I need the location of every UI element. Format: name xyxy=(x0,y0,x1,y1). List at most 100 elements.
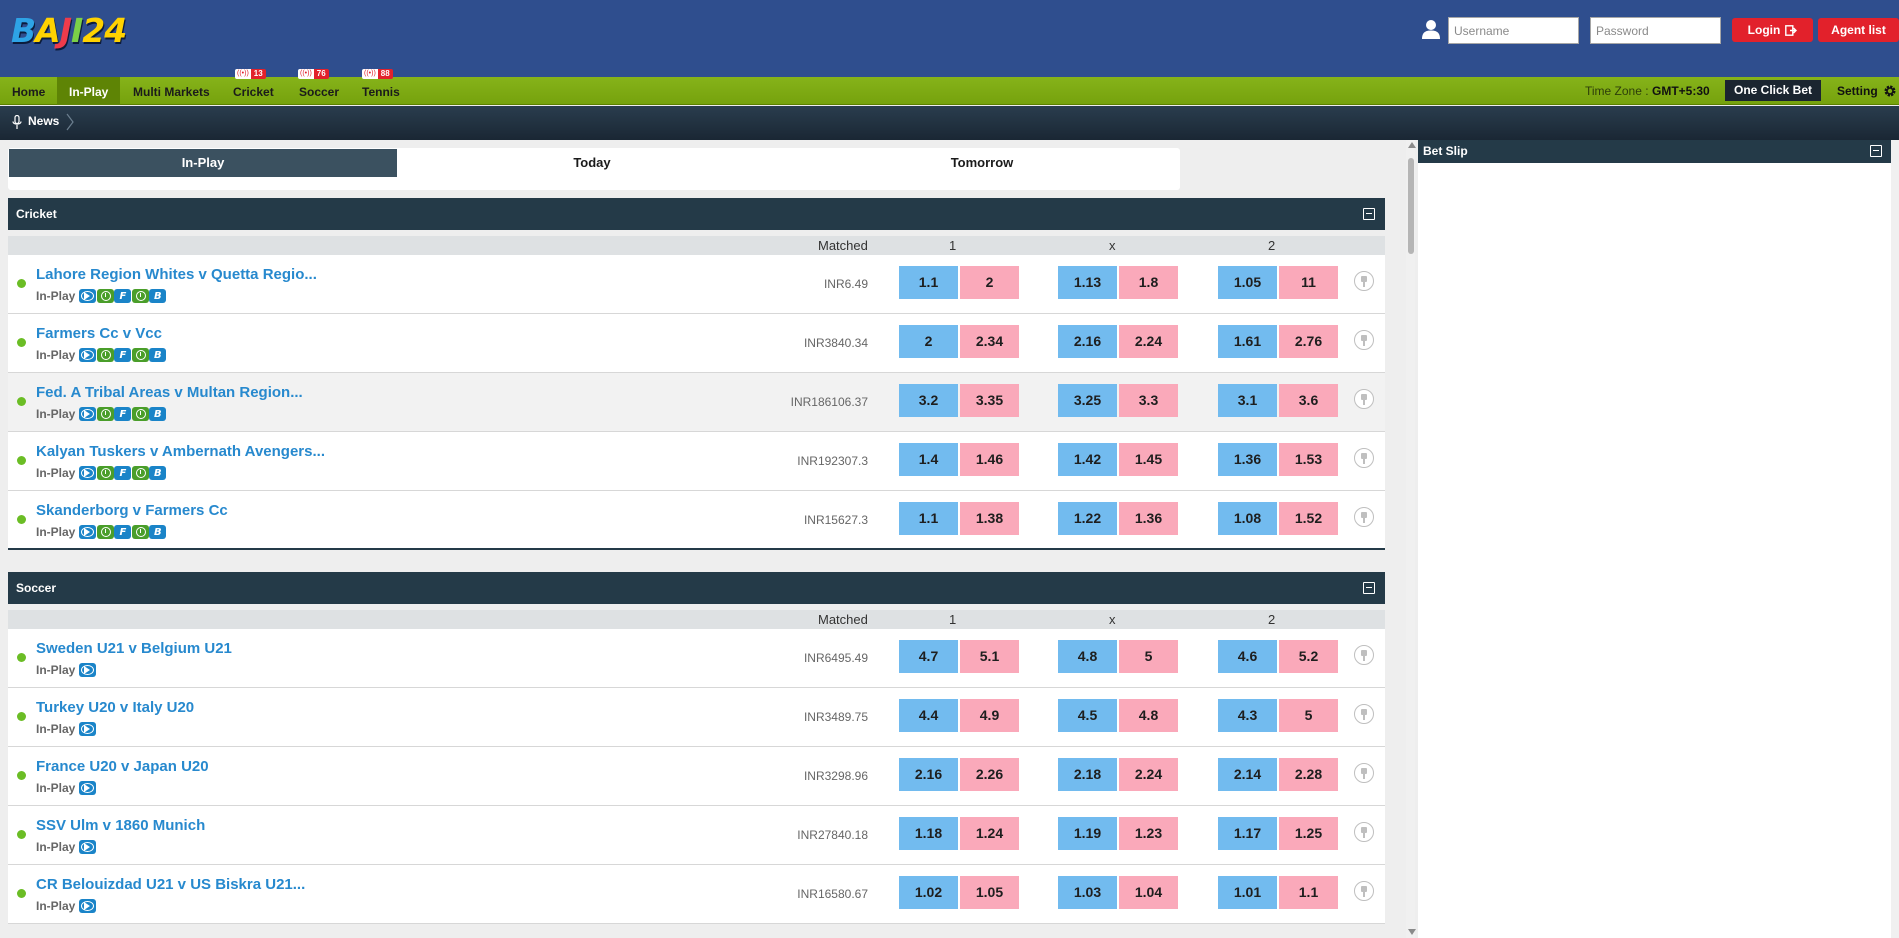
event-name-link[interactable]: France U20 v Japan U20 xyxy=(36,758,209,775)
back-odds-button[interactable]: 1.18 xyxy=(899,817,958,850)
back-odds-button[interactable]: 3.1 xyxy=(1218,384,1277,417)
collapse-icon[interactable] xyxy=(1870,145,1882,157)
pin-icon[interactable] xyxy=(1354,763,1374,783)
nav-multi-markets[interactable]: Multi Markets xyxy=(121,77,222,105)
pin-icon[interactable] xyxy=(1354,330,1374,350)
event-name-link[interactable]: Kalyan Tuskers v Ambernath Avengers... xyxy=(36,443,325,460)
lay-odds-button[interactable]: 1.25 xyxy=(1279,817,1338,850)
lay-odds-button[interactable]: 3.6 xyxy=(1279,384,1338,417)
back-odds-button[interactable]: 4.5 xyxy=(1058,699,1117,732)
event-name-link[interactable]: CR Belouizdad U21 v US Biskra U21... xyxy=(36,876,305,893)
password-input[interactable] xyxy=(1590,17,1721,44)
lay-odds-button[interactable]: 1.1 xyxy=(1279,876,1338,909)
nav-in-play[interactable]: In-Play xyxy=(57,77,121,105)
lay-odds-button[interactable]: 1.45 xyxy=(1119,443,1178,476)
back-odds-button[interactable]: 1.22 xyxy=(1058,502,1117,535)
back-odds-button[interactable]: 1.02 xyxy=(899,876,958,909)
setting-link[interactable]: Setting xyxy=(1837,77,1878,105)
back-odds-button[interactable]: 4.7 xyxy=(899,640,958,673)
event-name-link[interactable]: Fed. A Tribal Areas v Multan Region... xyxy=(36,384,303,401)
lay-odds-button[interactable]: 3.3 xyxy=(1119,384,1178,417)
scroll-up-arrow-icon[interactable] xyxy=(1408,142,1416,148)
lay-odds-button[interactable]: 2.24 xyxy=(1119,758,1178,791)
back-odds-button[interactable]: 1.1 xyxy=(899,502,958,535)
gear-icon[interactable] xyxy=(1883,84,1897,98)
lay-odds-button[interactable]: 2.34 xyxy=(960,325,1019,358)
back-odds-button[interactable]: 4.4 xyxy=(899,699,958,732)
back-odds-button[interactable]: 1.03 xyxy=(1058,876,1117,909)
lay-odds-button[interactable]: 4.8 xyxy=(1119,699,1178,732)
collapse-icon[interactable] xyxy=(1363,582,1375,594)
event-name-link[interactable]: SSV Ulm v 1860 Munich xyxy=(36,817,205,834)
back-odds-button[interactable]: 4.3 xyxy=(1218,699,1277,732)
lay-odds-button[interactable]: 2.26 xyxy=(960,758,1019,791)
lay-odds-button[interactable]: 1.05 xyxy=(960,876,1019,909)
lay-odds-button[interactable]: 1.23 xyxy=(1119,817,1178,850)
lay-odds-button[interactable]: 1.46 xyxy=(960,443,1019,476)
tab-today[interactable]: Today xyxy=(397,149,787,177)
back-odds-button[interactable]: 1.1 xyxy=(899,266,958,299)
back-odds-button[interactable]: 1.4 xyxy=(899,443,958,476)
back-odds-button[interactable]: 1.36 xyxy=(1218,443,1277,476)
back-odds-button[interactable]: 3.25 xyxy=(1058,384,1117,417)
event-name-link[interactable]: Farmers Cc v Vcc xyxy=(36,325,162,342)
lay-odds-button[interactable]: 4.9 xyxy=(960,699,1019,732)
lay-odds-button[interactable]: 5.2 xyxy=(1279,640,1338,673)
lay-odds-button[interactable]: 1.53 xyxy=(1279,443,1338,476)
back-odds-button[interactable]: 2.16 xyxy=(1058,325,1117,358)
back-odds-button[interactable]: 1.08 xyxy=(1218,502,1277,535)
tab-in-play[interactable]: In-Play xyxy=(9,149,397,177)
agent-list-button[interactable]: Agent list xyxy=(1818,18,1899,42)
event-name-link[interactable]: Skanderborg v Farmers Cc xyxy=(36,502,228,519)
pin-icon[interactable] xyxy=(1354,881,1374,901)
collapse-icon[interactable] xyxy=(1363,208,1375,220)
lay-odds-button[interactable]: 1.52 xyxy=(1279,502,1338,535)
nav-soccer[interactable]: Soccer xyxy=(287,77,351,105)
back-odds-button[interactable]: 2.14 xyxy=(1218,758,1277,791)
scrollbar-thumb[interactable] xyxy=(1408,158,1414,254)
back-odds-button[interactable]: 4.8 xyxy=(1058,640,1117,673)
lay-odds-button[interactable]: 5 xyxy=(1119,640,1178,673)
lay-odds-button[interactable]: 5.1 xyxy=(960,640,1019,673)
nav-cricket[interactable]: Cricket xyxy=(221,77,286,105)
lay-odds-button[interactable]: 11 xyxy=(1279,266,1338,299)
event-name-link[interactable]: Sweden U21 v Belgium U21 xyxy=(36,640,232,657)
back-odds-button[interactable]: 1.05 xyxy=(1218,266,1277,299)
back-odds-button[interactable]: 2.16 xyxy=(899,758,958,791)
lay-odds-button[interactable]: 1.38 xyxy=(960,502,1019,535)
username-input[interactable] xyxy=(1448,17,1579,44)
lay-odds-button[interactable]: 1.36 xyxy=(1119,502,1178,535)
back-odds-button[interactable]: 1.01 xyxy=(1218,876,1277,909)
lay-odds-button[interactable]: 2 xyxy=(960,266,1019,299)
lay-odds-button[interactable]: 3.35 xyxy=(960,384,1019,417)
pin-icon[interactable] xyxy=(1354,271,1374,291)
lay-odds-button[interactable]: 1.24 xyxy=(960,817,1019,850)
back-odds-button[interactable]: 4.6 xyxy=(1218,640,1277,673)
baji-logo[interactable]: BAJI24 xyxy=(11,13,127,49)
event-name-link[interactable]: Turkey U20 v Italy U20 xyxy=(36,699,194,716)
lay-odds-button[interactable]: 1.8 xyxy=(1119,266,1178,299)
pin-icon[interactable] xyxy=(1354,507,1374,527)
pin-icon[interactable] xyxy=(1354,645,1374,665)
lay-odds-button[interactable]: 5 xyxy=(1279,699,1338,732)
back-odds-button[interactable]: 1.61 xyxy=(1218,325,1277,358)
back-odds-button[interactable]: 3.2 xyxy=(899,384,958,417)
pin-icon[interactable] xyxy=(1354,448,1374,468)
back-odds-button[interactable]: 2.18 xyxy=(1058,758,1117,791)
back-odds-button[interactable]: 1.19 xyxy=(1058,817,1117,850)
one-click-bet-button[interactable]: One Click Bet xyxy=(1725,80,1821,101)
event-name-link[interactable]: Lahore Region Whites v Quetta Regio... xyxy=(36,266,317,283)
back-odds-button[interactable]: 1.42 xyxy=(1058,443,1117,476)
back-odds-button[interactable]: 1.13 xyxy=(1058,266,1117,299)
main-scrollbar[interactable] xyxy=(1406,140,1415,938)
news-label[interactable]: News xyxy=(28,114,59,128)
tab-tomorrow[interactable]: Tomorrow xyxy=(787,149,1177,177)
back-odds-button[interactable]: 2 xyxy=(899,325,958,358)
nav-tennis[interactable]: Tennis xyxy=(350,77,412,105)
right-scrollbar[interactable] xyxy=(1891,140,1899,938)
lay-odds-button[interactable]: 2.76 xyxy=(1279,325,1338,358)
lay-odds-button[interactable]: 1.04 xyxy=(1119,876,1178,909)
login-button[interactable]: Login xyxy=(1732,18,1813,42)
nav-home[interactable]: Home xyxy=(0,77,57,105)
pin-icon[interactable] xyxy=(1354,704,1374,724)
